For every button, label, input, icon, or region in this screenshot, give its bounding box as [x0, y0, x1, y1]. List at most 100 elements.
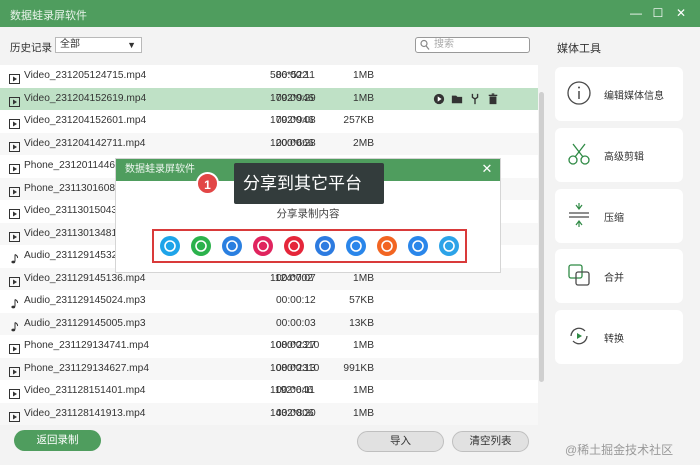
file-name: Audio_23112914532	[24, 250, 118, 261]
video-platform-icon[interactable]	[377, 236, 397, 256]
file-name: Video_23113015043	[24, 205, 118, 216]
tiktok-icon[interactable]	[253, 236, 273, 256]
file-name: Video_231204142711.mp4	[24, 137, 146, 149]
convert-icon	[570, 327, 588, 345]
file-name: Phone_23113016082	[24, 182, 121, 194]
window-title: 数据蛙录屏软件	[10, 10, 87, 22]
chevron-down-icon: ▼	[127, 40, 136, 50]
tool-compress[interactable]: 压缩	[555, 189, 683, 243]
back-to-record-button[interactable]: 返回录制	[14, 430, 101, 451]
chat-bubble-icon[interactable]	[439, 236, 459, 256]
share-platforms-highlight	[152, 229, 467, 263]
tool-label: 编辑媒体信息	[604, 91, 664, 102]
edit-tool-icon[interactable]	[468, 93, 482, 107]
step-badge: 1	[196, 172, 219, 195]
video-file-icon	[9, 184, 20, 197]
video-file-icon	[9, 139, 20, 152]
video-file-icon	[9, 71, 20, 84]
filter-select-value: 全部	[60, 39, 80, 50]
weibo-icon[interactable]	[284, 236, 304, 256]
recording-row[interactable]: Audio_231129145005.mp3 00:00:03 13KB	[0, 312, 538, 335]
tool-advanced-edit[interactable]: 高级剪辑	[555, 128, 683, 182]
duration: 00:00:28	[276, 137, 316, 149]
import-button[interactable]: 导入	[357, 431, 444, 452]
recording-row[interactable]: Phone_231129134627.mp4 1080*2310 00:00:13 9…	[0, 357, 538, 380]
file-name: Audio_231129145024.mp3	[24, 295, 146, 306]
recording-row[interactable]: Phone_231129134741.mp4 1080*2310 00:00:27 1…	[0, 335, 538, 358]
recording-row[interactable]: Video_231204152619.mp4 1792*946 00:00:29 1M…	[0, 87, 538, 110]
music-note-icon	[9, 296, 20, 309]
duration: 00:00:03	[276, 317, 316, 329]
tool-label: 高级剪辑	[604, 152, 644, 163]
duration: 00:00:20	[276, 407, 316, 419]
file-name: Phone_23120114463	[24, 160, 121, 171]
video-file-icon	[9, 116, 20, 129]
cursor-platform-icon[interactable]	[408, 236, 428, 256]
file-name: Video_23113013481	[24, 227, 118, 239]
duration: 00:00:08	[276, 115, 316, 126]
scissors-icon	[568, 143, 590, 165]
list-scrollbar[interactable]	[539, 92, 544, 382]
history-label: 历史记录	[10, 42, 52, 54]
recording-row[interactable]: Video_231128141913.mp4 1432*806 00:00:20 1M…	[0, 402, 538, 425]
file-name: Video_231204152619.mp4	[24, 92, 147, 104]
duration: 00:00:29	[276, 92, 316, 104]
file-size: 1MB	[353, 70, 374, 81]
file-name: Video_231128151401.mp4	[24, 385, 146, 396]
watermark: @稀土掘金技术社区	[565, 443, 674, 457]
callout: 分享到其它平台	[234, 163, 384, 204]
trash-icon[interactable]	[486, 92, 500, 107]
folder-icon[interactable]	[450, 93, 464, 107]
recording-row[interactable]: Audio_231129145024.mp3 00:00:12 57KB	[0, 290, 538, 313]
file-name: Video_231128141913.mp4	[24, 407, 146, 419]
file-size: 1MB	[353, 340, 374, 351]
title-bar: 数据蛙录屏软件 — ☐ ✕	[0, 0, 700, 27]
play-platform-icon[interactable]	[346, 236, 366, 256]
tool-merge[interactable]: 合并	[555, 249, 683, 303]
search-icon	[420, 39, 430, 50]
tool-convert[interactable]: 转换	[555, 310, 683, 364]
recording-row[interactable]: Video_231205124715.mp4 586*522 00:00:11 1MB	[0, 65, 538, 88]
minimize-button[interactable]: —	[628, 5, 644, 21]
video-file-icon	[9, 364, 20, 377]
file-size: 1MB	[353, 92, 374, 104]
cloud-icon[interactable]	[315, 236, 335, 256]
duration: 00:00:11	[276, 70, 315, 81]
duration: 00:00:12	[276, 295, 316, 306]
file-name: Video_231205124715.mp4	[24, 70, 147, 81]
duration: 00:00:27	[276, 340, 316, 351]
file-size: 57KB	[349, 295, 374, 306]
bilibili-circles-icon[interactable]	[222, 236, 242, 256]
play-icon[interactable]	[432, 93, 446, 107]
music-note-icon	[9, 319, 20, 331]
file-size: 1MB	[353, 385, 374, 396]
maximize-button[interactable]: ☐	[650, 5, 666, 21]
close-button[interactable]: ✕	[673, 5, 689, 21]
video-file-icon	[9, 274, 20, 287]
qq-icon[interactable]	[160, 236, 180, 256]
recording-row[interactable]: Video_231204152601.mp4 1792*946 00:00:08 25…	[0, 110, 538, 133]
video-file-icon	[9, 94, 20, 107]
file-size: 1MB	[353, 407, 374, 419]
wechat-icon[interactable]	[191, 236, 211, 256]
info-icon	[567, 81, 591, 105]
video-file-icon	[9, 206, 20, 219]
duration: 00:00:13	[276, 362, 316, 374]
video-file-icon	[9, 229, 20, 242]
clear-list-button[interactable]: 清空列表	[452, 431, 529, 452]
file-name: Audio_231129145005.mp3	[24, 317, 146, 329]
dialog-subtitle: 分享录制内容	[276, 208, 340, 220]
duration: 00:00:11	[276, 385, 315, 396]
video-file-icon	[9, 386, 20, 399]
file-size: 13KB	[349, 317, 374, 329]
dialog-close-icon[interactable]: ✕	[480, 162, 494, 176]
tool-edit-media-info[interactable]: 编辑媒体信息	[555, 67, 683, 121]
filter-select[interactable]: 全部 ▼	[55, 37, 142, 53]
recording-row[interactable]: Video_231128151401.mp4 1192*646 00:00:11 1M…	[0, 380, 538, 403]
file-name: Phone_231129134741.mp4	[24, 340, 150, 351]
video-file-icon	[9, 341, 20, 354]
file-size: 257KB	[343, 115, 374, 126]
search-input[interactable]: 搜索	[415, 37, 530, 53]
recording-row[interactable]: Video_231204142711.mp4 1200*666 00:00:28 2M…	[0, 132, 538, 155]
file-size: 991KB	[343, 362, 374, 374]
